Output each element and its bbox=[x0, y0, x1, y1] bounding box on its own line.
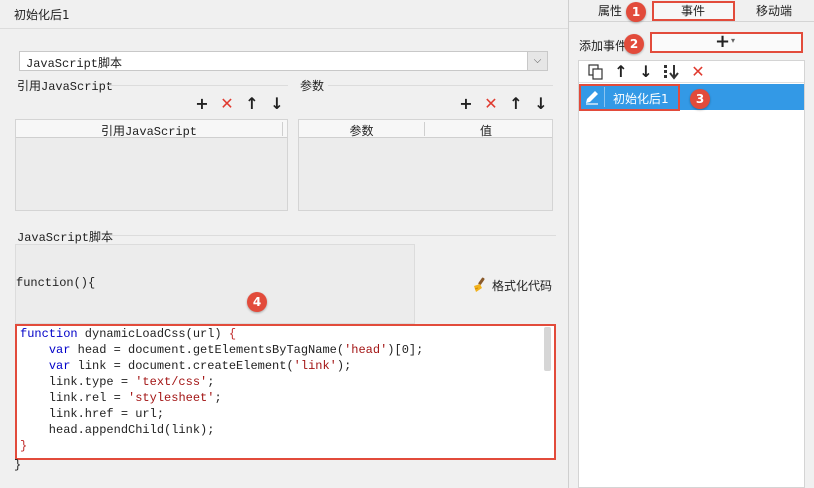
ref-js-delete-icon[interactable]: ✕ bbox=[219, 96, 235, 112]
function-closing-brace: } bbox=[14, 458, 22, 472]
add-event-label: 添加事件 bbox=[579, 39, 628, 53]
event-toolbar-separator bbox=[579, 82, 804, 83]
callout-badge: 4 bbox=[247, 292, 267, 312]
params-column-name[interactable]: 参数 bbox=[299, 122, 424, 139]
callout-badge: 2 bbox=[624, 34, 644, 54]
script-type-value: JavaScript脚本 bbox=[26, 57, 123, 71]
copy-icon[interactable] bbox=[588, 64, 604, 80]
title-separator bbox=[0, 28, 568, 29]
params-add-icon[interactable]: + bbox=[458, 96, 474, 112]
callout-badge: 3 bbox=[690, 89, 710, 109]
js-section-title-rule bbox=[106, 235, 556, 236]
column-divider bbox=[282, 122, 283, 136]
ref-js-column-header[interactable]: 引用JavaScript bbox=[16, 122, 282, 139]
ref-js-move-up-icon[interactable]: ↑ bbox=[244, 96, 260, 112]
ref-js-move-down-icon[interactable]: ↓ bbox=[269, 96, 285, 112]
format-code-label: 格式化代码 bbox=[492, 279, 553, 293]
highlight-code-editor bbox=[15, 324, 556, 460]
params-title: 参数 bbox=[300, 79, 325, 93]
event-move-down-icon[interactable]: ↓ bbox=[638, 64, 654, 80]
js-section-title: JavaScript脚本 bbox=[17, 231, 114, 245]
params-title-rule bbox=[328, 85, 553, 86]
params-move-up-icon[interactable]: ↑ bbox=[508, 96, 524, 112]
ref-js-add-icon[interactable]: + bbox=[194, 96, 210, 112]
ref-js-table-header: 引用JavaScript bbox=[16, 120, 287, 139]
move-to-bottom-icon[interactable] bbox=[663, 63, 681, 81]
params-move-down-icon[interactable]: ↓ bbox=[533, 96, 549, 112]
highlight-event-item bbox=[579, 84, 680, 111]
params-delete-icon[interactable]: ✕ bbox=[483, 96, 499, 112]
highlight-events-tab bbox=[652, 1, 735, 21]
ref-js-title: 引用JavaScript bbox=[17, 80, 114, 94]
callout-badge: 1 bbox=[626, 2, 646, 22]
chevron-down-icon[interactable]: ⌵ bbox=[527, 52, 547, 70]
tabs-separator bbox=[569, 21, 814, 22]
event-move-up-icon[interactable]: ↑ bbox=[613, 64, 629, 80]
tab-mobile[interactable]: 移动端 bbox=[744, 2, 804, 20]
ref-js-title-rule bbox=[108, 85, 288, 86]
function-header: function(){ bbox=[16, 276, 96, 290]
event-delete-icon[interactable]: ✕ bbox=[690, 64, 706, 80]
script-type-select[interactable]: JavaScript脚本 ⌵ bbox=[19, 51, 548, 71]
event-list-panel bbox=[578, 60, 805, 488]
window-title: 初始化后1 bbox=[14, 8, 70, 22]
params-column-value[interactable]: 值 bbox=[425, 122, 547, 139]
params-table-header: 参数 值 bbox=[299, 120, 552, 138]
brush-icon bbox=[471, 276, 489, 294]
highlight-add-event bbox=[650, 32, 803, 53]
